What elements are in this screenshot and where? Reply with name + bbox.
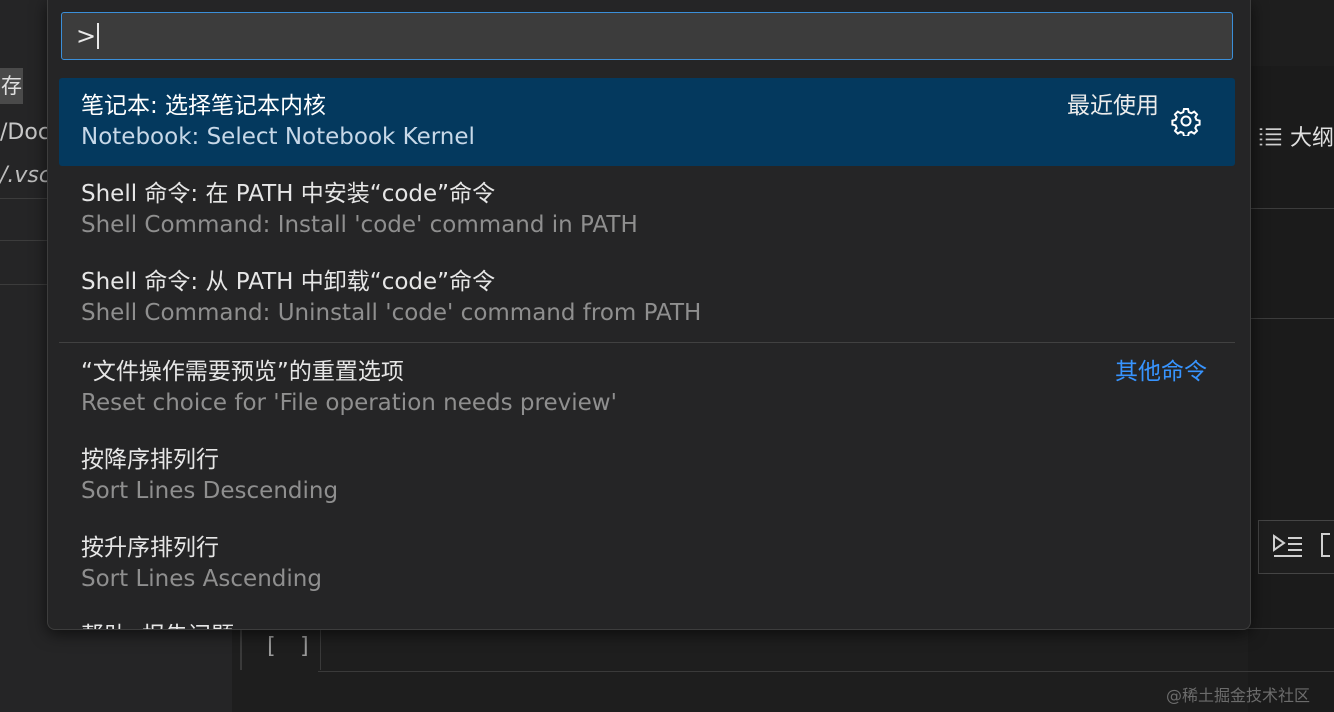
- cell-execution-count: [ ]: [264, 634, 316, 659]
- command-detail: Sort Lines Descending: [81, 478, 339, 504]
- editor-tab-bar: [1248, 0, 1334, 66]
- divider: [0, 198, 48, 199]
- sidebar-path-1[interactable]: /Doc: [0, 116, 48, 150]
- command-palette: > 笔记本: 选择笔记本内核 Notebook: Select Notebook…: [47, 0, 1251, 630]
- command-item-sort-ascending[interactable]: 按升序排列行 Sort Lines Ascending: [59, 520, 1235, 608]
- other-commands-label: 其他命令: [1115, 359, 1207, 385]
- divider: [0, 284, 48, 285]
- command-item-select-kernel[interactable]: 笔记本: 选择笔记本内核 Notebook: Select Notebook K…: [59, 78, 1235, 166]
- sidebar-tag: 存: [0, 68, 23, 104]
- gear-icon[interactable]: [1171, 106, 1201, 136]
- command-label: Shell 命令: 从 PATH 中卸载“code”命令: [81, 269, 496, 295]
- command-label: 帮助: 报告问题: [81, 616, 234, 629]
- command-detail: Shell Command: Uninstall 'code' command …: [81, 300, 702, 326]
- code-cell[interactable]: [318, 628, 1334, 672]
- divider: [1248, 208, 1334, 209]
- command-label: Shell 命令: 在 PATH 中安装“code”命令: [81, 181, 496, 207]
- command-detail: Reset choice for 'File operation needs p…: [81, 390, 617, 416]
- command-label: 笔记本: 选择笔记本内核: [81, 93, 327, 119]
- command-item-reset-preview[interactable]: “文件操作需要预览”的重置选项 Reset choice for 'File o…: [59, 344, 1235, 432]
- run-by-line-icon[interactable]: [1270, 530, 1330, 560]
- command-label: 按降序排列行: [81, 447, 219, 473]
- command-label: “文件操作需要预览”的重置选项: [81, 359, 404, 385]
- group-separator: [59, 342, 1235, 343]
- command-label: 按升序排列行: [81, 535, 219, 561]
- divider: [0, 240, 48, 241]
- command-item-sort-descending[interactable]: 按降序排列行 Sort Lines Descending: [59, 432, 1235, 520]
- command-input[interactable]: >: [61, 12, 1233, 60]
- divider: [1248, 318, 1334, 319]
- sidebar-path-2[interactable]: /.vsc: [0, 158, 48, 194]
- text-caret: [97, 23, 100, 49]
- recently-used-badge: 最近使用: [1067, 93, 1159, 119]
- command-item-report-issue[interactable]: 帮助: 报告问题: [59, 608, 1235, 629]
- command-detail: Shell Command: Install 'code' command in…: [81, 212, 638, 238]
- outline-label: 大纲: [1289, 126, 1334, 151]
- editor-toolbar-area: [1248, 66, 1334, 712]
- command-detail: Notebook: Select Notebook Kernel: [81, 124, 475, 150]
- list-icon: [1259, 128, 1282, 146]
- command-item-uninstall-code[interactable]: Shell 命令: 从 PATH 中卸载“code”命令 Shell Comma…: [59, 254, 1235, 342]
- outline-button[interactable]: 大纲: [1258, 116, 1334, 156]
- command-item-install-code[interactable]: Shell 命令: 在 PATH 中安装“code”命令 Shell Comma…: [59, 166, 1235, 254]
- command-list: 笔记本: 选择笔记本内核 Notebook: Select Notebook K…: [59, 78, 1235, 629]
- command-input-value: >: [76, 22, 97, 50]
- command-detail: Sort Lines Ascending: [81, 566, 322, 592]
- watermark: @稀土掘金技术社区: [1166, 686, 1311, 705]
